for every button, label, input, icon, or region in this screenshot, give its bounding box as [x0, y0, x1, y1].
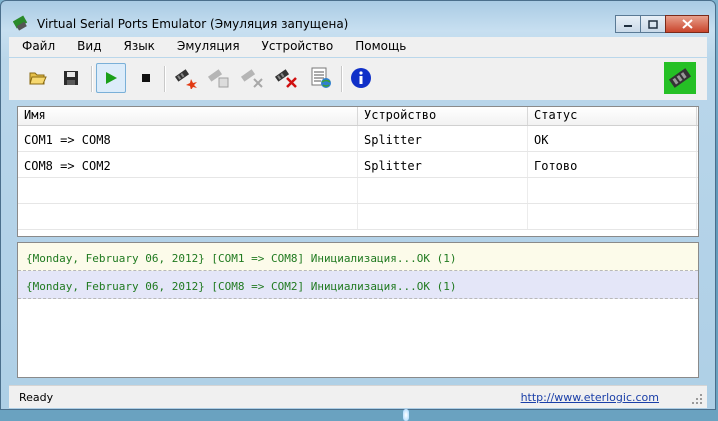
log-panel[interactable]: {Monday, February 06, 2012} [COM1 => COM… [17, 242, 699, 378]
table-row[interactable]: COM8 => COM2 Splitter Готово [18, 152, 698, 178]
toolbar [9, 58, 707, 100]
menu-file[interactable]: Файл [9, 37, 64, 57]
grid-header: Имя Устройство Статус [18, 107, 698, 126]
play-icon [106, 72, 117, 84]
ports-grid: Имя Устройство Статус COM1 => COM8 Split… [17, 106, 699, 237]
menu-help[interactable]: Помощь [342, 37, 415, 57]
website-link[interactable]: http://www.eterlogic.com [521, 391, 659, 404]
open-button[interactable] [23, 63, 53, 93]
column-header-device[interactable]: Устройство [358, 107, 528, 125]
app-logo-icon [664, 62, 696, 94]
cell-device: Splitter [358, 152, 528, 177]
maximize-icon [648, 19, 658, 29]
open-folder-icon [29, 72, 47, 85]
cell-status: OK [528, 126, 697, 151]
cell-name: COM8 => COM2 [18, 152, 358, 177]
menu-language[interactable]: Язык [110, 37, 163, 57]
menu-bar: Файл Вид Язык Эмуляция Устройство Помощь [9, 37, 707, 57]
status-bar: Ready http://www.eterlogic.com [9, 385, 707, 408]
menu-view[interactable]: Вид [64, 37, 110, 57]
minimize-icon [624, 25, 632, 27]
taskbar-indicator [403, 409, 409, 421]
column-header-name[interactable]: Имя [18, 107, 358, 125]
title-bar[interactable]: Virtual Serial Ports Emulator (Эмуляция … [1, 1, 715, 35]
cell-name: COM1 => COM8 [18, 126, 358, 151]
device-properties-icon [207, 69, 229, 88]
app-icon [12, 15, 29, 31]
toolbar-separator [164, 66, 166, 92]
empty-row [18, 204, 698, 230]
minimize-button[interactable] [615, 15, 641, 33]
toolbar-separator [341, 66, 343, 92]
stop-icon [142, 74, 150, 82]
close-icon [681, 19, 693, 29]
device-list-icon [311, 67, 331, 88]
empty-cell [358, 178, 528, 203]
disable-device-button[interactable] [237, 63, 267, 93]
about-button[interactable] [346, 63, 376, 93]
stop-emulation-button[interactable] [131, 63, 161, 93]
cell-status: Готово [528, 152, 697, 177]
empty-cell [528, 178, 697, 203]
empty-cell [18, 204, 358, 229]
start-emulation-button[interactable] [96, 63, 126, 93]
window-title: Virtual Serial Ports Emulator (Эмуляция … [37, 17, 349, 31]
toolbar-separator [91, 66, 93, 92]
menu-emulation[interactable]: Эмуляция [164, 37, 249, 57]
app-window: Virtual Serial Ports Emulator (Эмуляция … [0, 0, 716, 410]
log-entry[interactable]: {Monday, February 06, 2012} [COM1 => COM… [18, 243, 698, 271]
info-icon [351, 68, 371, 88]
log-entry[interactable]: {Monday, February 06, 2012} [COM8 => COM… [18, 271, 698, 299]
empty-row [18, 178, 698, 204]
empty-cell [358, 204, 528, 229]
table-row[interactable]: COM1 => COM8 Splitter OK [18, 126, 698, 152]
new-device-icon [174, 69, 197, 89]
save-button[interactable] [56, 63, 86, 93]
delete-device-icon [274, 69, 297, 88]
delete-device-button[interactable] [271, 63, 301, 93]
caption-buttons [615, 15, 709, 33]
device-list-button[interactable] [306, 63, 336, 93]
device-properties-button[interactable] [204, 63, 234, 93]
column-header-status[interactable]: Статус [528, 107, 697, 125]
disable-device-icon [240, 69, 263, 88]
menu-device[interactable]: Устройство [249, 37, 343, 57]
close-button[interactable] [665, 15, 709, 33]
resize-grip-icon[interactable] [691, 393, 703, 405]
maximize-button[interactable] [640, 15, 666, 33]
empty-cell [18, 178, 358, 203]
status-text: Ready [19, 391, 54, 404]
new-device-button[interactable] [171, 63, 201, 93]
empty-cell [528, 204, 697, 229]
app-logo [663, 61, 697, 95]
cell-device: Splitter [358, 126, 528, 151]
save-icon [64, 71, 78, 85]
